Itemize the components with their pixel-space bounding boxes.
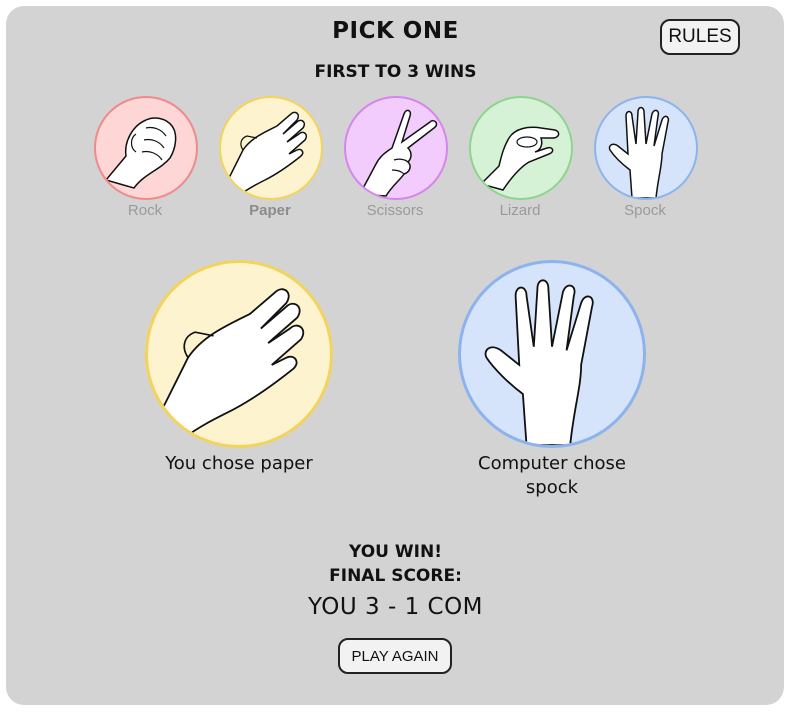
computer-choice-display: [458, 260, 646, 448]
choice-label-scissors: Scissors: [366, 202, 424, 219]
rock-fist-icon: [104, 117, 177, 189]
scissors-hand-icon: [358, 109, 438, 197]
paper-hand-icon: [161, 288, 305, 439]
choice-label-rock: Rock: [127, 202, 163, 219]
computer-caption-line2: spock: [525, 477, 579, 498]
result-outcome: YOU WIN!: [349, 542, 442, 562]
spock-hand-icon: [608, 106, 670, 198]
player-choice-caption: You chose paper: [165, 453, 313, 474]
player-choice-display: [145, 260, 333, 448]
spock-hand-icon: [484, 279, 594, 445]
choice-label-paper: Paper: [249, 202, 291, 219]
choice-rock-button[interactable]: [94, 96, 198, 200]
final-score-label: FINAL SCORE:: [329, 566, 462, 586]
lizard-hand-icon: [479, 126, 560, 191]
choice-paper-button[interactable]: [219, 96, 323, 200]
play-again-button[interactable]: PLAY AGAIN: [338, 638, 452, 674]
choice-label-lizard: Lizard: [499, 202, 541, 219]
choice-lizard-button[interactable]: [469, 96, 573, 200]
rules-button[interactable]: RULES: [660, 19, 740, 55]
paper-hand-icon: [228, 111, 308, 196]
final-score-value: YOU 3 - 1 COM: [307, 594, 484, 620]
choice-label-spock: Spock: [624, 202, 666, 219]
game-subtitle: FIRST TO 3 WINS: [314, 62, 477, 82]
computer-caption-line1: Computer chose: [478, 453, 626, 474]
choice-scissors-button[interactable]: [344, 96, 448, 200]
computer-choice-caption: Computer chose spock: [452, 452, 652, 500]
choice-spock-button[interactable]: [594, 96, 698, 200]
